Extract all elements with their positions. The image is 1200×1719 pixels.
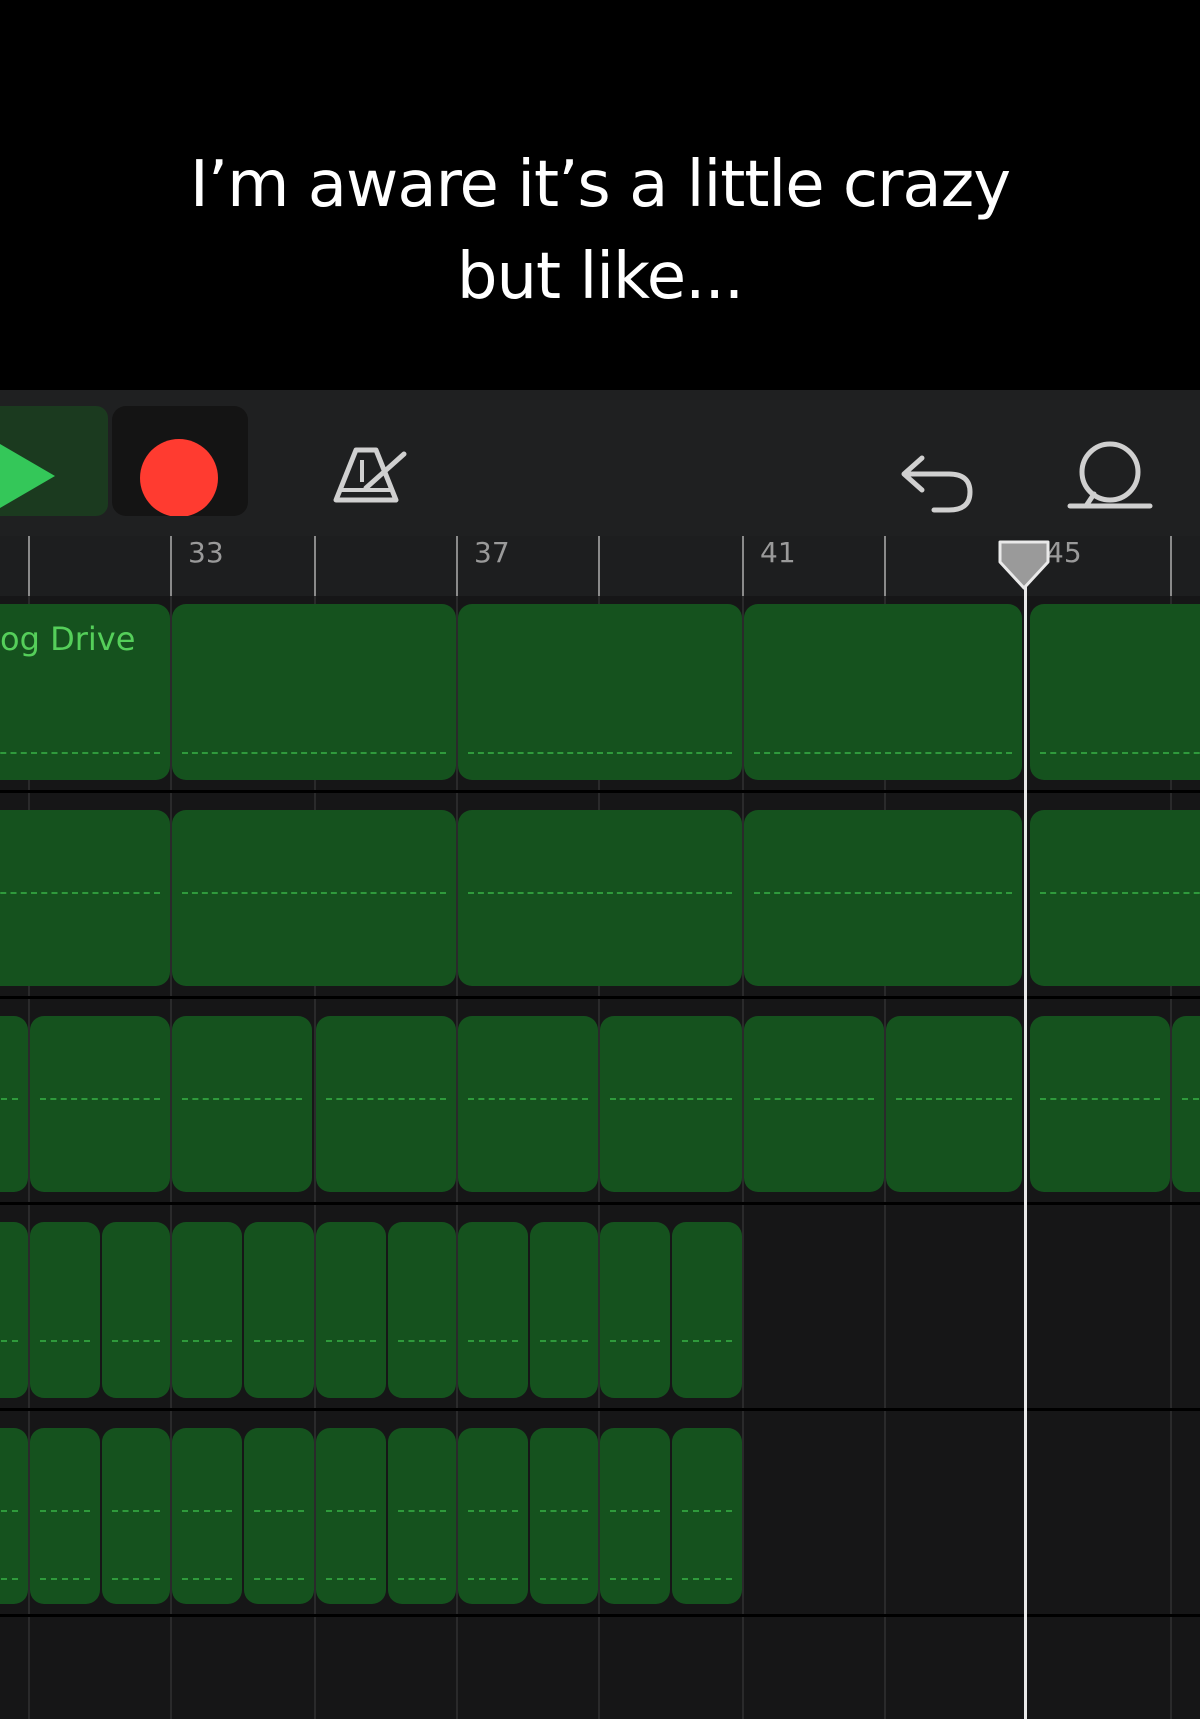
undo-icon — [901, 455, 973, 513]
audio-region[interactable] — [0, 1016, 28, 1192]
audio-region[interactable] — [600, 1016, 742, 1192]
audio-region[interactable] — [172, 1222, 242, 1398]
audio-region[interactable] — [30, 1428, 100, 1604]
audio-region[interactable] — [172, 1016, 312, 1192]
ruler-tick — [314, 536, 316, 596]
caption-line-1: I’m aware it’s a little crazy — [189, 148, 1011, 222]
playhead-handle[interactable] — [996, 538, 1056, 594]
audio-region[interactable] — [458, 1428, 528, 1604]
audio-region[interactable] — [0, 1428, 28, 1604]
audio-region[interactable] — [388, 1428, 456, 1604]
audio-region[interactable] — [316, 1222, 386, 1398]
record-button[interactable] — [112, 406, 248, 517]
audio-region[interactable] — [458, 810, 742, 986]
audio-region[interactable] — [30, 1016, 170, 1192]
ruler-tick — [456, 536, 458, 596]
audio-region[interactable] — [1172, 1016, 1200, 1192]
audio-region[interactable] — [886, 1016, 1022, 1192]
audio-region[interactable] — [1030, 1016, 1170, 1192]
audio-region[interactable] — [672, 1222, 742, 1398]
track-divider — [0, 1614, 1200, 1617]
playhead-line — [1024, 560, 1027, 1719]
play-button[interactable] — [0, 406, 108, 516]
audio-region[interactable] — [672, 1428, 742, 1604]
record-icon — [140, 439, 218, 517]
audio-region[interactable] — [744, 1016, 884, 1192]
ruler-tick — [884, 536, 886, 596]
audio-region[interactable] — [458, 1016, 598, 1192]
audio-region[interactable] — [316, 1428, 386, 1604]
audio-region[interactable] — [744, 810, 1022, 986]
audio-region[interactable] — [244, 1222, 314, 1398]
ruler-tick — [598, 536, 600, 596]
audio-region[interactable] — [1030, 604, 1200, 780]
play-icon — [0, 444, 55, 508]
ruler-tick — [28, 536, 30, 596]
audio-region[interactable] — [0, 810, 170, 986]
metronome-icon — [333, 447, 407, 503]
region-name-label: og Drive — [0, 620, 136, 658]
track-divider — [0, 1408, 1200, 1411]
audio-region[interactable] — [172, 810, 456, 986]
audio-region[interactable] — [316, 1016, 456, 1192]
audio-region[interactable] — [530, 1222, 598, 1398]
ruler-tick — [170, 536, 172, 596]
track-divider — [0, 1202, 1200, 1205]
bar-number: 33 — [188, 536, 224, 569]
loop-icon — [1067, 441, 1153, 509]
audio-region[interactable] — [744, 604, 1022, 780]
ruler-tick — [1170, 536, 1172, 596]
transport-toolbar — [0, 390, 1200, 536]
audio-region[interactable] — [30, 1222, 100, 1398]
audio-region[interactable] — [172, 1428, 242, 1604]
audio-region[interactable] — [102, 1428, 170, 1604]
audio-region[interactable] — [388, 1222, 456, 1398]
audio-region[interactable] — [0, 1222, 28, 1398]
track-divider — [0, 996, 1200, 999]
audio-region[interactable] — [530, 1428, 598, 1604]
track-divider — [0, 790, 1200, 793]
audio-region[interactable] — [458, 604, 742, 780]
audio-region[interactable] — [172, 604, 456, 780]
undo-button[interactable] — [894, 430, 984, 520]
audio-region[interactable] — [600, 1222, 670, 1398]
audio-region[interactable] — [600, 1428, 670, 1604]
caption-line-2: but like... — [456, 240, 744, 314]
loop-browser-button[interactable] — [1064, 426, 1164, 526]
bar-number: 41 — [760, 536, 796, 569]
audio-region[interactable] — [244, 1428, 314, 1604]
metronome-button[interactable] — [326, 430, 416, 520]
bar-number: 37 — [474, 536, 510, 569]
audio-region[interactable] — [102, 1222, 170, 1398]
audio-region[interactable] — [458, 1222, 528, 1398]
audio-region[interactable] — [1030, 810, 1200, 986]
video-caption: I’m aware it’s a little crazy but like..… — [0, 0, 1200, 390]
ruler-tick — [742, 536, 744, 596]
